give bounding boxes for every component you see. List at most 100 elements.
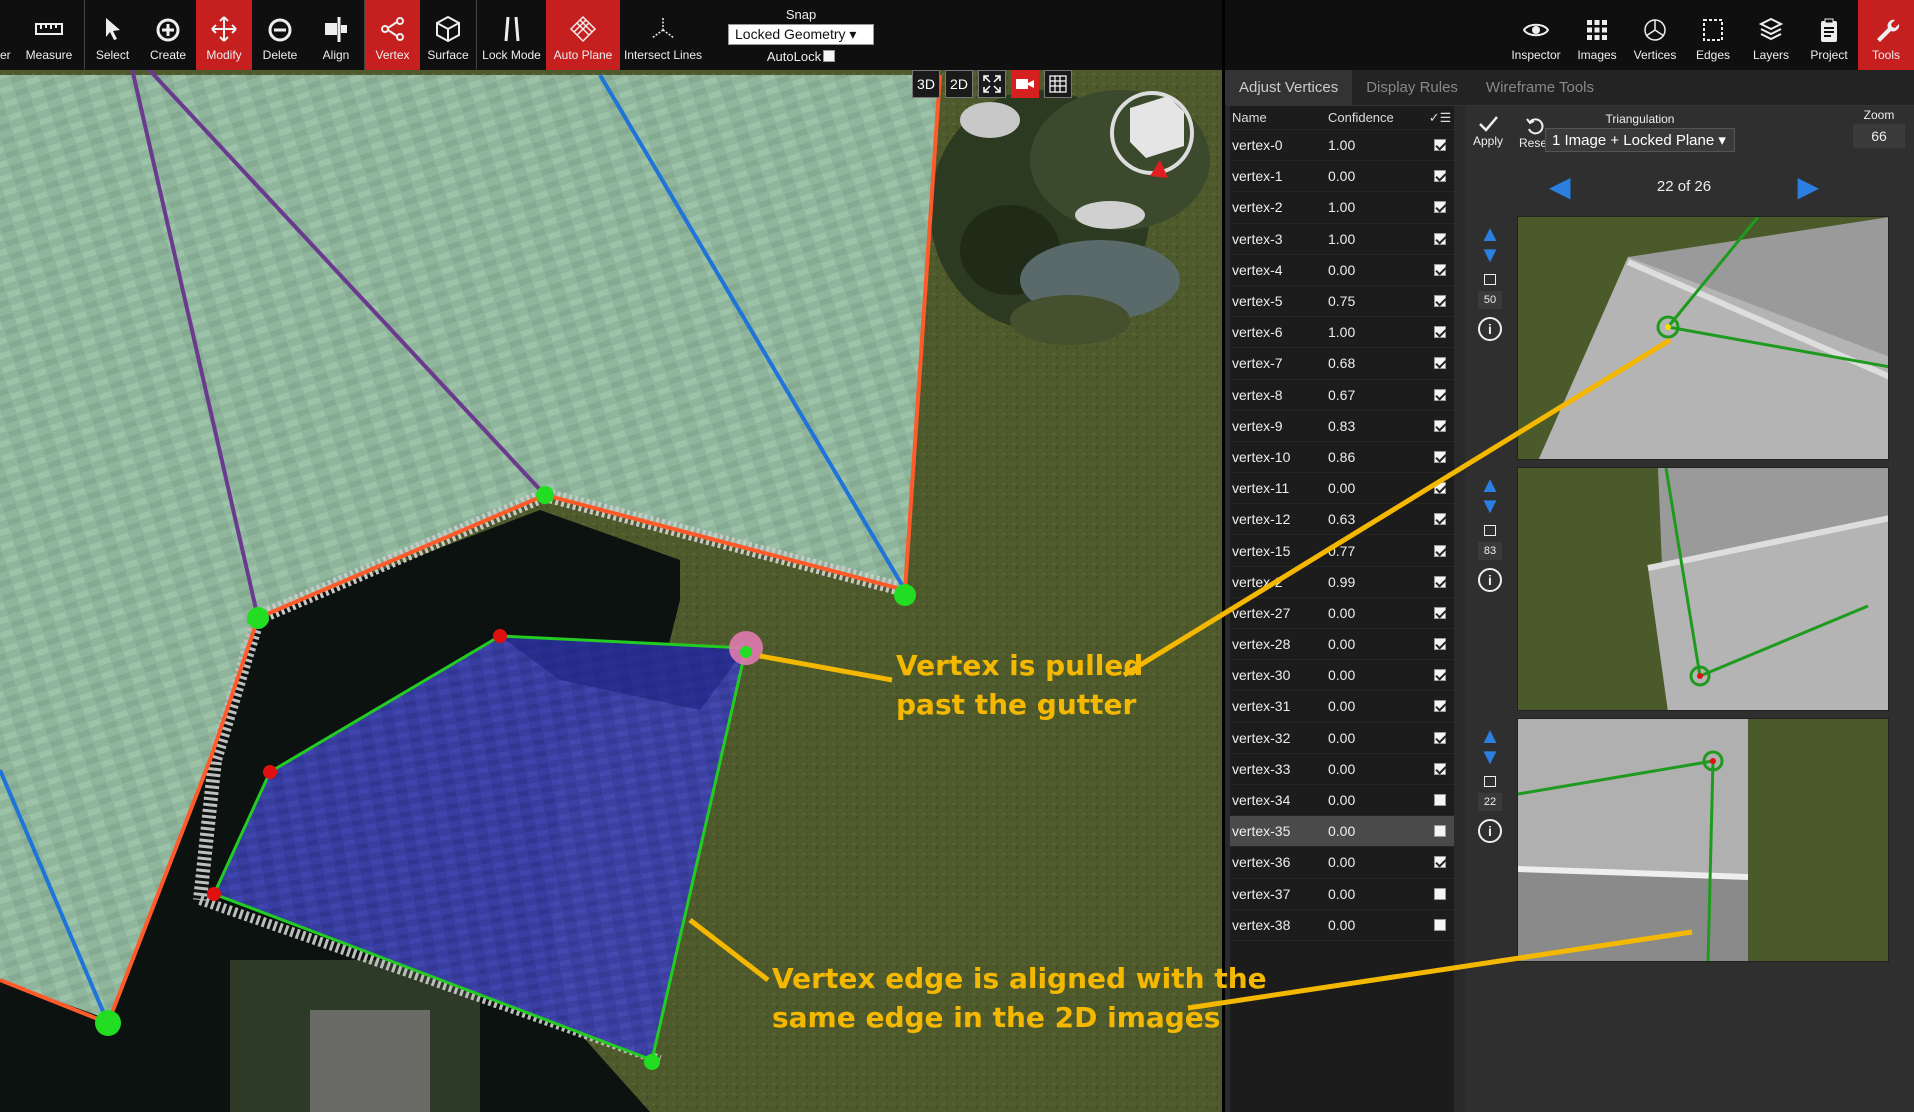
triangulation-select[interactable]: 1 Image + Locked Plane ▾ (1545, 128, 1735, 152)
image-thumbnail[interactable] (1517, 718, 1889, 962)
snap-select[interactable]: Locked Geometry ▾ (728, 23, 874, 45)
table-row[interactable]: vertex-33 0.00 (1230, 754, 1454, 785)
align-button[interactable]: Align (308, 0, 364, 70)
view-3d-button[interactable]: 3D (912, 70, 940, 98)
vertex-checkbox[interactable] (1428, 326, 1452, 339)
fullscreen-button[interactable] (978, 70, 1006, 98)
checkbox-box[interactable] (1434, 513, 1446, 526)
vertices-button[interactable]: Vertices (1626, 0, 1684, 70)
camera-button[interactable] (1011, 70, 1039, 98)
checkbox-box[interactable] (1434, 918, 1446, 931)
vertex-checkbox[interactable] (1428, 606, 1452, 619)
table-row[interactable]: vertex-32 0.00 (1230, 723, 1454, 754)
table-row[interactable]: vertex-15 0.77 (1230, 535, 1454, 567)
table-row[interactable]: vertex-5 0.75 (1230, 286, 1454, 318)
measure-button[interactable]: Measure (14, 0, 84, 70)
checkbox-box[interactable] (1434, 357, 1446, 370)
grid-toggle-button[interactable] (1044, 70, 1072, 98)
table-row[interactable]: vertex-31 0.00 (1230, 691, 1454, 723)
table-row[interactable]: vertex-2 1.00 (1230, 192, 1454, 224)
table-row[interactable]: vertex-28 0.00 (1230, 629, 1454, 661)
move-up-icon[interactable]: ▲ (1479, 474, 1501, 496)
table-row[interactable]: vertex-0 1.00 (1230, 130, 1454, 162)
autolock-toggle[interactable]: AutoLock (767, 49, 836, 64)
column-name-header[interactable]: Name (1230, 110, 1328, 125)
move-down-icon[interactable]: ▼ (1479, 495, 1501, 517)
table-row[interactable]: vertex-11 0.00 (1230, 473, 1454, 505)
next-image-button[interactable]: ▶ (1797, 170, 1819, 203)
table-row[interactable]: vertex-35 0.00 (1230, 816, 1454, 848)
checkbox-box[interactable] (1434, 139, 1446, 152)
table-row[interactable]: vertex-38 0.00 (1230, 910, 1454, 941)
column-confidence-header[interactable]: Confidence (1328, 110, 1428, 125)
table-row[interactable]: vertex-9 0.83 (1230, 411, 1454, 442)
viewport-3d[interactable]: er Measure Select Create Modify Delete A… (0, 0, 1222, 1112)
surface-button[interactable]: Surface (420, 0, 476, 70)
vertex-checkbox[interactable] (1428, 357, 1452, 370)
vertex-checkbox[interactable] (1428, 263, 1452, 276)
vertex-checkbox[interactable] (1428, 544, 1452, 557)
zoom-input[interactable]: 66 (1853, 124, 1905, 148)
table-row[interactable]: vertex-36 0.00 (1230, 847, 1454, 879)
vertex-button[interactable]: Vertex (364, 0, 420, 70)
info-icon[interactable]: i (1478, 568, 1502, 592)
checkbox-box[interactable] (1434, 762, 1446, 775)
images-button[interactable]: Images (1568, 0, 1626, 70)
checkbox-box[interactable] (1434, 295, 1446, 308)
view-2d-button[interactable]: 2D (945, 70, 973, 98)
table-row[interactable]: vertex-34 0.00 (1230, 785, 1454, 817)
table-row[interactable]: vertex-1 0.00 (1230, 161, 1454, 193)
checkbox-box[interactable] (1434, 575, 1446, 588)
checkbox-box[interactable] (1434, 856, 1446, 869)
vertex-checkbox[interactable] (1428, 794, 1452, 807)
image-thumbnail[interactable] (1517, 216, 1889, 460)
tab-display-rules[interactable]: Display Rules (1352, 70, 1472, 106)
checkbox-box[interactable] (1434, 638, 1446, 651)
frame-toggle-icon[interactable] (1484, 525, 1496, 536)
toolbar-item-truncated[interactable]: er (0, 0, 14, 70)
vertex-checkbox[interactable] (1428, 201, 1452, 214)
checkbox-box[interactable] (1434, 201, 1446, 214)
apply-button[interactable]: Apply (1473, 114, 1503, 148)
vertex-checkbox[interactable] (1428, 731, 1452, 744)
vertex-checkbox[interactable] (1428, 388, 1452, 401)
vertex-checkbox[interactable] (1428, 170, 1452, 183)
auto-plane-button[interactable]: Auto Plane (546, 0, 620, 70)
project-button[interactable]: Project (1800, 0, 1858, 70)
tools-button[interactable]: Tools (1858, 0, 1914, 70)
list-menu-icon[interactable]: ☰ (1440, 110, 1452, 126)
table-row[interactable]: vertex-7 0.68 (1230, 348, 1454, 380)
frame-toggle-icon[interactable] (1484, 274, 1496, 285)
info-icon[interactable]: i (1478, 819, 1502, 843)
vertex-checkbox[interactable] (1428, 887, 1452, 900)
move-up-icon[interactable]: ▲ (1479, 725, 1501, 747)
create-button[interactable]: Create (140, 0, 196, 70)
move-down-icon[interactable]: ▼ (1479, 244, 1501, 266)
vertex-checkbox[interactable] (1428, 513, 1452, 526)
vertex-checkbox[interactable] (1428, 825, 1452, 838)
checkbox-box[interactable] (1434, 700, 1446, 713)
checkbox-box[interactable] (1434, 326, 1446, 339)
checkbox-box[interactable] (1434, 419, 1446, 432)
vertex-checkbox[interactable] (1428, 638, 1452, 651)
checkbox-box[interactable] (1434, 794, 1446, 807)
edges-button[interactable]: Edges (1684, 0, 1742, 70)
tab-adjust-vertices[interactable]: Adjust Vertices (1225, 69, 1353, 106)
vertex-checkbox[interactable] (1428, 669, 1452, 682)
checkbox-box[interactable] (1434, 825, 1446, 838)
checkbox-box[interactable] (1434, 544, 1446, 557)
checkbox-box[interactable] (1434, 731, 1446, 744)
vertex-checkbox[interactable] (1428, 139, 1452, 152)
autolock-checkbox[interactable] (823, 50, 836, 62)
intersect-lines-button[interactable]: Intersect Lines (620, 0, 706, 70)
table-row[interactable]: vertex-3 1.00 (1230, 224, 1454, 255)
vertex-checkbox[interactable] (1428, 575, 1452, 588)
column-check-header[interactable]: ✓ ☰ (1428, 110, 1452, 126)
checkbox-box[interactable] (1434, 232, 1446, 245)
select-button[interactable]: Select (84, 0, 140, 70)
checkbox-box[interactable] (1434, 263, 1446, 276)
checkbox-box[interactable] (1434, 388, 1446, 401)
checkbox-box[interactable] (1434, 669, 1446, 682)
table-row[interactable]: vertex-37 0.00 (1230, 879, 1454, 910)
table-row[interactable]: vertex-10 0.86 (1230, 442, 1454, 474)
